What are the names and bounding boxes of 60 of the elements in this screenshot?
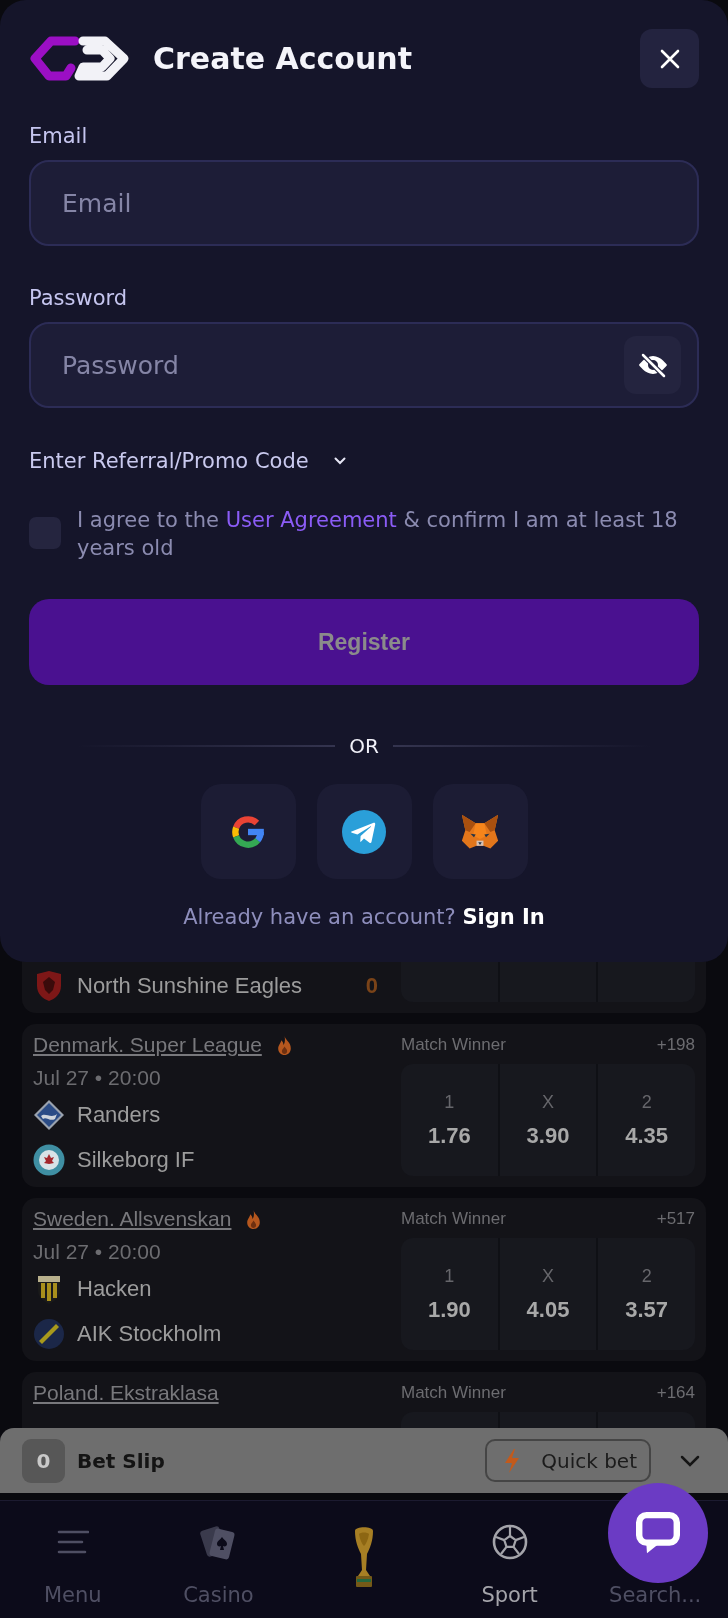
fox-icon	[459, 812, 501, 851]
match-time: Jul 27 • 20:00	[33, 1066, 161, 1089]
email-input[interactable]: Email	[62, 187, 681, 219]
show-password-button[interactable]	[624, 336, 681, 394]
chevron-down-icon[interactable]	[680, 1454, 700, 1467]
lightning-icon	[503, 1447, 522, 1474]
odds-button[interactable]: X 4.05	[497, 1238, 597, 1350]
password-input[interactable]: Password	[62, 349, 612, 381]
league-link[interactable]: Denmark. Super League	[33, 1034, 262, 1056]
promo-code-toggle[interactable]: Enter Referral/Promo Code	[29, 449, 346, 473]
odds-button[interactable]: X 3.90	[497, 1064, 597, 1176]
chat-bubble-icon	[635, 1511, 681, 1555]
team-name: Silkeborg IF	[77, 1147, 195, 1173]
sign-in-link[interactable]: Sign In	[462, 905, 545, 929]
more-markets-link[interactable]: +198	[656, 1035, 695, 1055]
team-name: North Sunshine Eagles	[77, 973, 303, 999]
field-label: Password	[29, 286, 128, 310]
market-label: Match Winner	[401, 1035, 506, 1055]
separator-text: OR	[349, 734, 379, 758]
odds-button[interactable]: 1 1.76	[401, 1064, 498, 1176]
menu-icon	[56, 1530, 89, 1554]
diamond-crest-icon	[33, 1099, 65, 1131]
paper-plane-icon	[342, 809, 386, 854]
team-name: Hacken	[77, 1276, 152, 1302]
close-button[interactable]	[640, 29, 699, 88]
band-crest-icon	[33, 1318, 65, 1350]
casino-nav-item[interactable]: Casino	[183, 1522, 254, 1606]
field-label: Email	[29, 124, 88, 148]
email-field[interactable]: Email	[29, 160, 699, 246]
close-icon	[659, 48, 680, 69]
round-crest-icon	[33, 1144, 65, 1176]
team-name: AIK Stockholm	[77, 1321, 222, 1347]
bet-slip-title: Bet Slip	[77, 1448, 165, 1473]
more-markets-link[interactable]: +164	[656, 1383, 695, 1403]
search-nav-item[interactable]: Search...	[609, 1584, 702, 1606]
match-time: Jul 27 • 20:00	[33, 1240, 161, 1263]
soccer-ball-icon	[491, 1524, 528, 1560]
agreement-text: I agree to the User Agreement & confirm I am at least 18 years old	[77, 507, 679, 562]
league-link[interactable]: Sweden. Allsvenskan	[33, 1208, 232, 1230]
more-markets-link[interactable]: +517	[656, 1209, 695, 1229]
market-label: Match Winner	[401, 1209, 506, 1229]
sport-nav-item[interactable]: Sport	[481, 1524, 538, 1606]
logo-icon	[29, 36, 130, 81]
social-login-button[interactable]	[200, 784, 296, 879]
menu-nav-item[interactable]: Menu	[43, 1530, 102, 1606]
market-label: Match Winner	[401, 1383, 506, 1403]
social-login-button[interactable]	[432, 784, 528, 879]
odds-button[interactable]: 2 4.35	[596, 1064, 695, 1176]
league-link[interactable]: Poland. Ekstraklasa	[33, 1382, 219, 1404]
team-score: 0	[365, 973, 378, 999]
quick-bet-button[interactable]: Quick bet	[485, 1439, 651, 1482]
bet-count-badge: 0	[22, 1438, 65, 1483]
social-login-button[interactable]	[316, 784, 412, 879]
odds-button[interactable]: 1 1.90	[401, 1238, 498, 1350]
team-name: Randers	[77, 1102, 161, 1128]
modal-title: Create Account	[153, 40, 412, 77]
odds-button[interactable]: 2 3.57	[596, 1238, 695, 1350]
password-field[interactable]: Password	[29, 322, 699, 408]
sign-in-prompt: Already have an account? Sign In	[182, 904, 546, 931]
user-agreement-link[interactable]: User Agreement	[225, 508, 397, 532]
